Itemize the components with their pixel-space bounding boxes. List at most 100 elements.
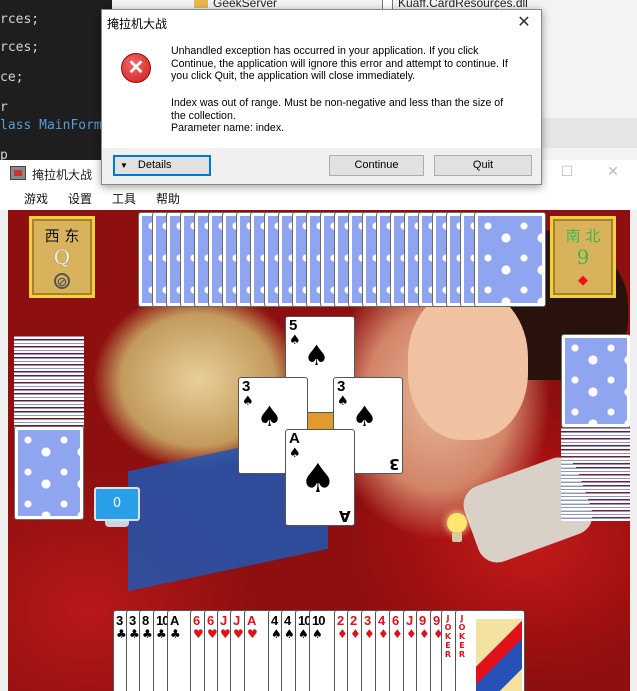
card-back-edge bbox=[14, 372, 84, 375]
spade-icon: ♠ bbox=[312, 627, 323, 641]
bulb-glass bbox=[447, 513, 467, 533]
diamond-icon: ♦ bbox=[364, 627, 375, 641]
card-rank: 3 bbox=[242, 378, 251, 395]
spade-icon: ♠ bbox=[289, 446, 301, 461]
card-rank: J bbox=[406, 613, 413, 628]
card-back-edge bbox=[14, 350, 84, 354]
code-line: ce; bbox=[0, 70, 24, 85]
monitor-icon[interactable]: 0 bbox=[94, 487, 140, 521]
message-line: you click Quit, the application will clo… bbox=[171, 70, 416, 82]
card-rank: 4 bbox=[284, 613, 291, 628]
card-rank: 6 bbox=[392, 613, 399, 628]
card-rank: 6 bbox=[193, 613, 200, 628]
dialog-detail: Index was out of range. Must be non-nega… bbox=[171, 97, 521, 135]
card-rank: A bbox=[339, 507, 351, 525]
card-back bbox=[561, 334, 630, 428]
card-back-edge bbox=[14, 418, 84, 422]
card-rank: 3 bbox=[337, 378, 346, 395]
card-back-edge bbox=[14, 411, 84, 415]
card-back-edge bbox=[14, 379, 84, 383]
card-back-edge bbox=[561, 446, 630, 449]
spade-icon: ♠ bbox=[352, 400, 378, 433]
menu-bar: 游戏 设置 工具 帮助 bbox=[0, 186, 637, 210]
hand-card[interactable]: J O K E R bbox=[455, 610, 525, 691]
heart-icon: ♥ bbox=[233, 627, 244, 641]
menu-settings[interactable]: 设置 bbox=[58, 190, 102, 207]
card-back-edge bbox=[14, 422, 84, 426]
card-rank: J bbox=[220, 613, 227, 628]
message-line: Continue, the application will ignore th… bbox=[171, 57, 508, 70]
player-info-west: 西 东 Q ⊘ bbox=[29, 216, 95, 298]
pass-icon: ⊘ bbox=[54, 273, 70, 290]
card-back-edge bbox=[561, 492, 630, 496]
maximize-button[interactable]: ☐ bbox=[552, 164, 582, 180]
menu-help[interactable]: 帮助 bbox=[146, 190, 190, 207]
dialog-message: Unhandled exception has occurred in your… bbox=[171, 45, 521, 83]
card-back-edge bbox=[14, 357, 84, 361]
lightbulb-icon[interactable] bbox=[445, 513, 469, 547]
dialog-title: 掩拉机大战 bbox=[107, 17, 168, 31]
card-back-edge bbox=[14, 368, 84, 372]
message-line: Unhandled exception has occurred in your… bbox=[171, 45, 479, 57]
club-icon: ♣ bbox=[170, 627, 181, 641]
error-dialog: 掩拉机大战 ✕ ✕ Unhandled exception has occurr… bbox=[101, 9, 542, 185]
dialog-button-area: ▼ Details Continue Quit bbox=[102, 148, 541, 184]
card-rank: 3 bbox=[364, 613, 371, 628]
spade-icon: ♠ bbox=[300, 456, 336, 502]
card-rank: 3 bbox=[116, 613, 123, 628]
card-back-edge bbox=[561, 435, 630, 439]
card-back-edge bbox=[561, 438, 630, 442]
card-rank: 2 bbox=[350, 613, 357, 628]
monitor-stand bbox=[105, 521, 129, 527]
player-hand: 3 ♣ 3 ♣ 8 ♣ 10 ♣ A ♣ 6 ♥ 6 ♥ J ♥ J ♥ A ♥ 4 ♠ 4 ♠ 10 ♠ 10 ♠ 2 ♦ 2 ♦ 3 ♦ 4 ♦ 6… bbox=[113, 610, 525, 691]
card-back bbox=[474, 212, 546, 307]
card-rank: 5 bbox=[289, 317, 298, 334]
spade-icon: ♠ bbox=[304, 339, 330, 372]
quit-button[interactable]: Quit bbox=[434, 155, 532, 176]
player-name: 西 东 bbox=[44, 227, 80, 245]
card-back-edge bbox=[14, 375, 84, 379]
dialog-close-button[interactable]: ✕ bbox=[513, 12, 535, 32]
code-line: r bbox=[0, 100, 8, 115]
heart-icon: ♥ bbox=[193, 627, 204, 641]
card-rank: 10 bbox=[312, 613, 326, 628]
diamond-icon: ♦ bbox=[350, 627, 361, 641]
player-trump-rank: 9 bbox=[576, 245, 590, 269]
card-rank: 9 bbox=[419, 613, 426, 628]
card-back-edge bbox=[14, 364, 84, 368]
heart-icon: ♥ bbox=[247, 627, 258, 641]
card-back-edge bbox=[14, 393, 84, 397]
card-back-edge bbox=[561, 431, 630, 435]
details-button[interactable]: ▼ Details bbox=[113, 155, 211, 176]
menu-game[interactable]: 游戏 bbox=[14, 190, 58, 207]
card-rank: A bbox=[170, 613, 179, 628]
continue-button[interactable]: Continue bbox=[329, 155, 424, 176]
menu-tools[interactable]: 工具 bbox=[102, 190, 146, 207]
card-back-edge bbox=[561, 474, 630, 478]
card-back-edge bbox=[561, 500, 630, 503]
card-back-edge bbox=[14, 404, 84, 408]
card-back-edge bbox=[561, 503, 630, 507]
card-rank: 4 bbox=[271, 613, 278, 628]
card-back-edge bbox=[14, 336, 84, 339]
explorer-panel bbox=[542, 118, 637, 148]
game-table: 西 东 Q ⊘ 南 北 9 ◆ 5 ♠ ♠ 3 ♠ ♠ 3 ♠ ♠ 3 A ♠ … bbox=[8, 210, 630, 691]
app-icon bbox=[10, 166, 26, 180]
card-rank: A bbox=[289, 430, 300, 447]
spade-icon: ♠ bbox=[284, 627, 295, 641]
card-back bbox=[14, 426, 84, 520]
background-art bbox=[408, 290, 528, 440]
card-back-edge bbox=[14, 361, 84, 365]
card-rank: 6 bbox=[207, 613, 214, 628]
card-back-edge bbox=[561, 496, 630, 500]
card-rank: J bbox=[233, 613, 240, 628]
card-back-edge bbox=[561, 449, 630, 453]
card-back-edge bbox=[561, 518, 630, 521]
card-back-edge bbox=[561, 514, 630, 518]
diamond-icon: ♦ bbox=[419, 627, 430, 641]
player-trump-rank: Q bbox=[53, 245, 71, 269]
player-name: 南 北 bbox=[565, 227, 601, 245]
card-back-edge bbox=[561, 510, 630, 514]
spade-icon: ♠ bbox=[298, 627, 309, 641]
close-button[interactable]: ✕ bbox=[598, 164, 628, 180]
